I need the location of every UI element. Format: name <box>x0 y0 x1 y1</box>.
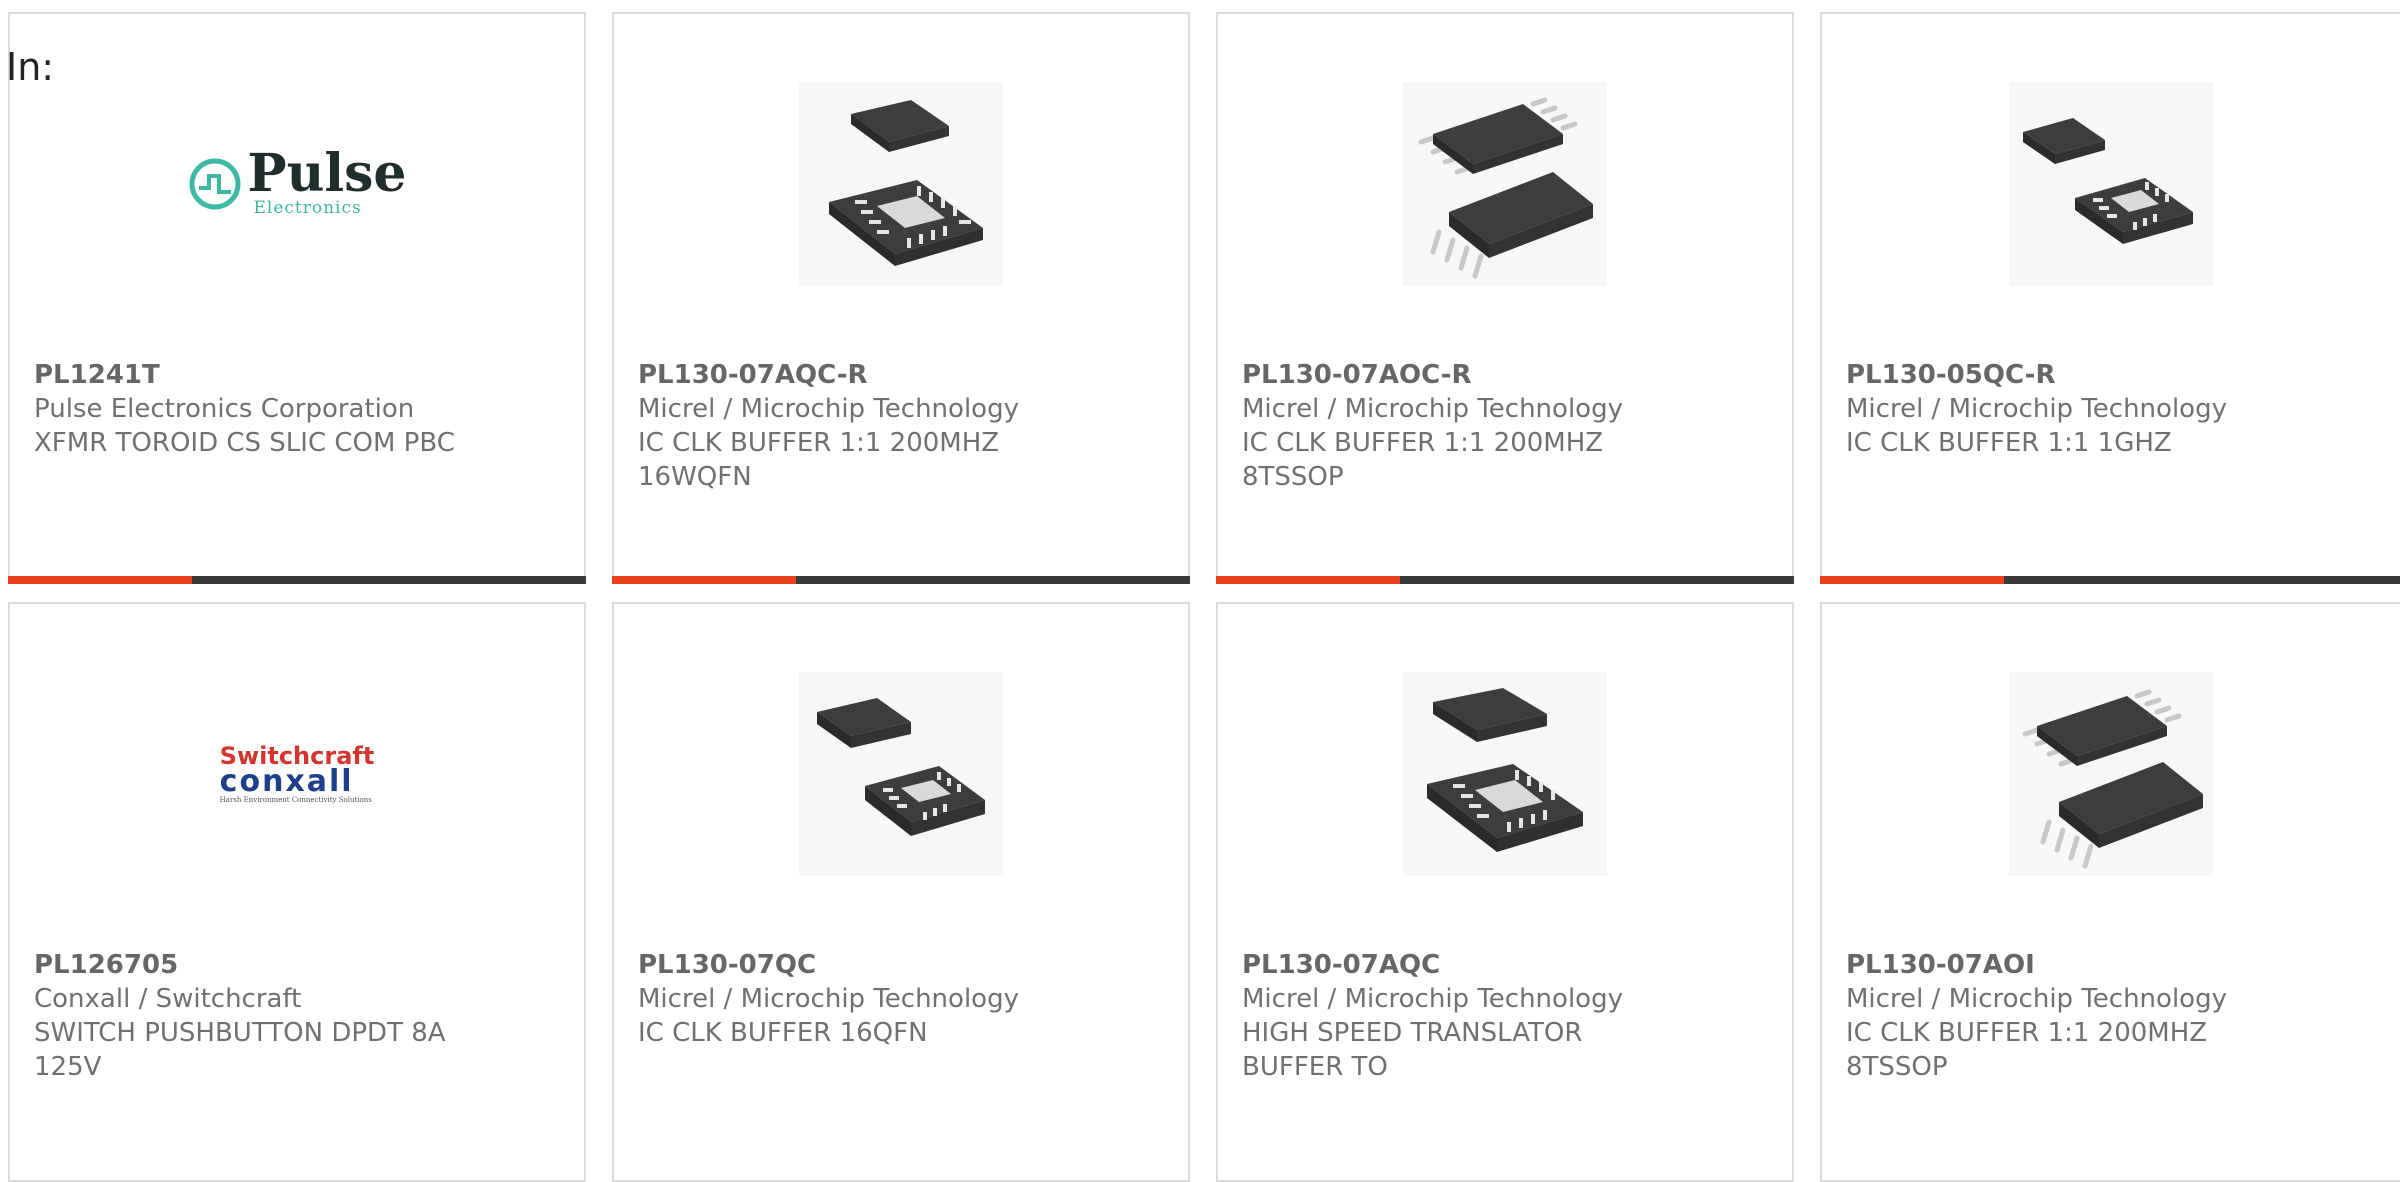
manufacturer: Micrel / Microchip Technology <box>1242 984 1623 1014</box>
part-number[interactable]: PL130-07QC <box>638 948 1164 982</box>
pulse-logo-icon <box>189 158 241 210</box>
description: IC CLK BUFFER 1:1 200MHZ 16WQFN <box>638 428 1000 492</box>
qfn-package-icon <box>1403 672 1607 876</box>
product-card[interactable]: PL130-07AOC-R Micrel / Microchip Technol… <box>1216 12 1794 584</box>
product-card[interactable]: PL130-07AOI Micrel / Microchip Technolog… <box>1820 602 2400 1182</box>
manufacturer: Micrel / Microchip Technology <box>1242 394 1623 424</box>
qfn-package-icon <box>799 82 1003 286</box>
card-bar <box>612 576 1190 584</box>
product-card[interactable]: Switchcraft conxall Harsh Environment Co… <box>8 602 586 1182</box>
manufacturer: Conxall / Switchcraft <box>34 984 302 1014</box>
manufacturer: Micrel / Microchip Technology <box>638 984 1019 1014</box>
qfn-package-small-icon <box>799 672 1003 876</box>
part-number[interactable]: PL126705 <box>34 948 560 982</box>
part-number[interactable]: PL1241T <box>34 358 560 392</box>
product-card[interactable]: PL130-07AQC-R Micrel / Microchip Technol… <box>612 12 1190 584</box>
part-number[interactable]: PL130-07AQC-R <box>638 358 1164 392</box>
conxall-logo-text: conxall <box>219 764 354 799</box>
description: IC CLK BUFFER 1:1 1GHZ <box>1846 428 2172 458</box>
logo-tagline: Harsh Environment Connectivity Solutions <box>219 796 372 804</box>
pulse-electronics-logo: Pulse Electronics <box>187 82 407 286</box>
product-card[interactable]: PL130-07QC Micrel / Microchip Technology… <box>612 602 1190 1182</box>
description: HIGH SPEED TRANSLATOR BUFFER TO <box>1242 1018 1583 1082</box>
part-number[interactable]: PL130-05QC-R <box>1846 358 2376 392</box>
tssop-package-icon <box>2009 672 2213 876</box>
description: IC CLK BUFFER 16QFN <box>638 1018 928 1048</box>
filter-label: In: <box>6 45 55 89</box>
description: XFMR TOROID CS SLIC COM PBC <box>34 428 455 458</box>
manufacturer: Pulse Electronics Corporation <box>34 394 415 424</box>
part-number[interactable]: PL130-07AQC <box>1242 948 1768 982</box>
product-card[interactable]: PL130-05QC-R Micrel / Microchip Technolo… <box>1820 12 2400 584</box>
manufacturer: Micrel / Microchip Technology <box>1846 394 2227 424</box>
product-card[interactable]: Pulse Electronics PL1241T Pulse Electron… <box>8 12 586 584</box>
part-number[interactable]: PL130-07AOC-R <box>1242 358 1768 392</box>
pulse-logo-subtext: Electronics <box>253 198 362 218</box>
description: IC CLK BUFFER 1:1 200MHZ 8TSSOP <box>1846 1018 2208 1082</box>
qfn-package-small-icon <box>2009 82 2213 286</box>
pulse-logo-text: Pulse <box>247 143 407 204</box>
manufacturer: Micrel / Microchip Technology <box>1846 984 2227 1014</box>
manufacturer: Micrel / Microchip Technology <box>638 394 1019 424</box>
tssop-package-icon <box>1403 82 1607 286</box>
description: SWITCH PUSHBUTTON DPDT 8A 125V <box>34 1018 446 1082</box>
switchcraft-conxall-logo: Switchcraft conxall Harsh Environment Co… <box>187 672 407 876</box>
card-bar <box>1216 576 1794 584</box>
product-card[interactable]: PL130-07AQC Micrel / Microchip Technolog… <box>1216 602 1794 1182</box>
part-number[interactable]: PL130-07AOI <box>1846 948 2376 982</box>
description: IC CLK BUFFER 1:1 200MHZ 8TSSOP <box>1242 428 1604 492</box>
card-bar <box>8 576 586 584</box>
card-bar <box>1820 576 2400 584</box>
